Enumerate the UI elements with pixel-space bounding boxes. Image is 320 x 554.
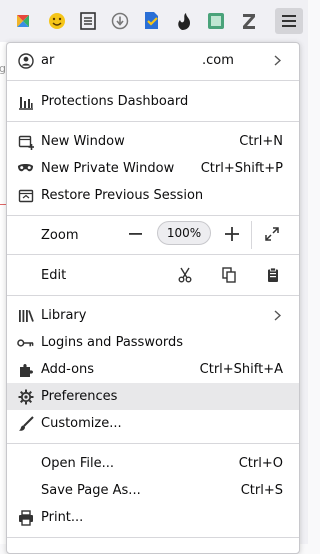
open-file-shortcut: Ctrl+O: [238, 456, 283, 471]
library-label: Library: [41, 308, 87, 323]
emoji-extension-icon[interactable]: [45, 9, 69, 33]
print-item[interactable]: Print...: [7, 504, 299, 531]
cut-icon[interactable]: [175, 265, 195, 285]
paintbrush-icon: [17, 415, 34, 432]
menu-separator: [7, 121, 299, 122]
save-page-item[interactable]: Save Page As... Ctrl+S: [7, 477, 299, 504]
logins-passwords-label: Logins and Passwords: [41, 335, 184, 350]
new-private-window-label: New Private Window: [41, 161, 175, 176]
account-name: ar: [41, 53, 55, 68]
logins-passwords-item[interactable]: Logins and Passwords: [7, 329, 299, 356]
fullscreen-icon[interactable]: [262, 224, 282, 244]
browser-toolbar: [0, 0, 308, 42]
new-window-item[interactable]: New Window Ctrl+N: [7, 128, 299, 155]
zoom-out-button[interactable]: [125, 224, 145, 244]
protections-dashboard-item[interactable]: Protections Dashboard: [7, 88, 299, 115]
print-label: Print...: [41, 510, 84, 525]
download-extension-icon[interactable]: [108, 9, 132, 33]
addons-shortcut: Ctrl+Shift+A: [199, 362, 283, 377]
private-mask-icon: [17, 160, 34, 177]
restore-session-item[interactable]: Restore Previous Session: [7, 182, 299, 209]
library-item[interactable]: Library: [7, 302, 299, 329]
note-extension-icon[interactable]: [204, 9, 228, 33]
zoom-row: Zoom: [7, 221, 299, 249]
new-window-icon: [17, 133, 34, 150]
account-domain: .com: [202, 53, 234, 68]
addons-item[interactable]: Add-ons Ctrl+Shift+A: [7, 356, 299, 383]
menu-separator: [7, 537, 299, 538]
key-icon: [17, 334, 34, 351]
menu-separator: [7, 443, 299, 444]
save-page-shortcut: Ctrl+S: [240, 483, 283, 498]
menu-separator: [7, 215, 299, 216]
new-window-shortcut: Ctrl+N: [239, 134, 283, 149]
gnome-extension-icon[interactable]: [172, 9, 196, 33]
paste-icon[interactable]: [263, 265, 283, 285]
gear-icon: [17, 388, 34, 405]
restore-window-icon: [17, 187, 34, 204]
z-extension-icon[interactable]: [237, 9, 261, 33]
printer-icon: [17, 509, 34, 526]
account-icon: [17, 52, 34, 69]
save-page-label: Save Page As...: [41, 483, 141, 498]
protections-dashboard-label: Protections Dashboard: [41, 94, 189, 109]
open-file-label: Open File...: [41, 456, 115, 471]
customize-label: Customize...: [41, 416, 122, 431]
zoom-in-button[interactable]: [222, 224, 242, 244]
site-extension-icon[interactable]: [11, 9, 35, 33]
copy-icon[interactable]: [219, 265, 239, 285]
restore-session-label: Restore Previous Session: [41, 188, 204, 203]
edit-label: Edit: [41, 267, 67, 283]
open-file-item[interactable]: Open File... Ctrl+O: [7, 450, 299, 477]
zoom-label: Zoom: [41, 227, 79, 243]
addons-label: Add-ons: [41, 362, 95, 377]
account-row[interactable]: ar .com: [7, 47, 299, 74]
zoom-divider: [251, 221, 252, 249]
library-icon: [17, 307, 34, 324]
zoom-level: 100%: [166, 226, 202, 240]
preferences-label: Preferences: [41, 389, 118, 404]
new-private-window-item[interactable]: New Private Window Ctrl+Shift+P: [7, 155, 299, 182]
new-window-label: New Window: [41, 134, 125, 149]
new-private-window-shortcut: Ctrl+Shift+P: [200, 161, 283, 176]
chart-icon: [17, 93, 34, 110]
chevron-right-icon: [274, 55, 282, 70]
document-extension-icon[interactable]: [140, 9, 164, 33]
zoom-reset-button[interactable]: 100%: [157, 221, 211, 245]
puzzle-piece-icon: [17, 361, 34, 378]
chevron-right-icon: [274, 310, 282, 325]
menu-separator: [7, 254, 299, 255]
menu-separator: [7, 80, 299, 81]
app-menu-panel: ar .com Protections Dashboard New Window…: [6, 42, 300, 554]
customize-item[interactable]: Customize...: [7, 410, 299, 437]
menu-separator: [7, 295, 299, 296]
reader-extension-icon[interactable]: [76, 9, 100, 33]
hamburger-menu-icon[interactable]: [275, 8, 303, 34]
edit-row: Edit: [7, 261, 299, 289]
preferences-item[interactable]: Preferences: [7, 383, 299, 410]
